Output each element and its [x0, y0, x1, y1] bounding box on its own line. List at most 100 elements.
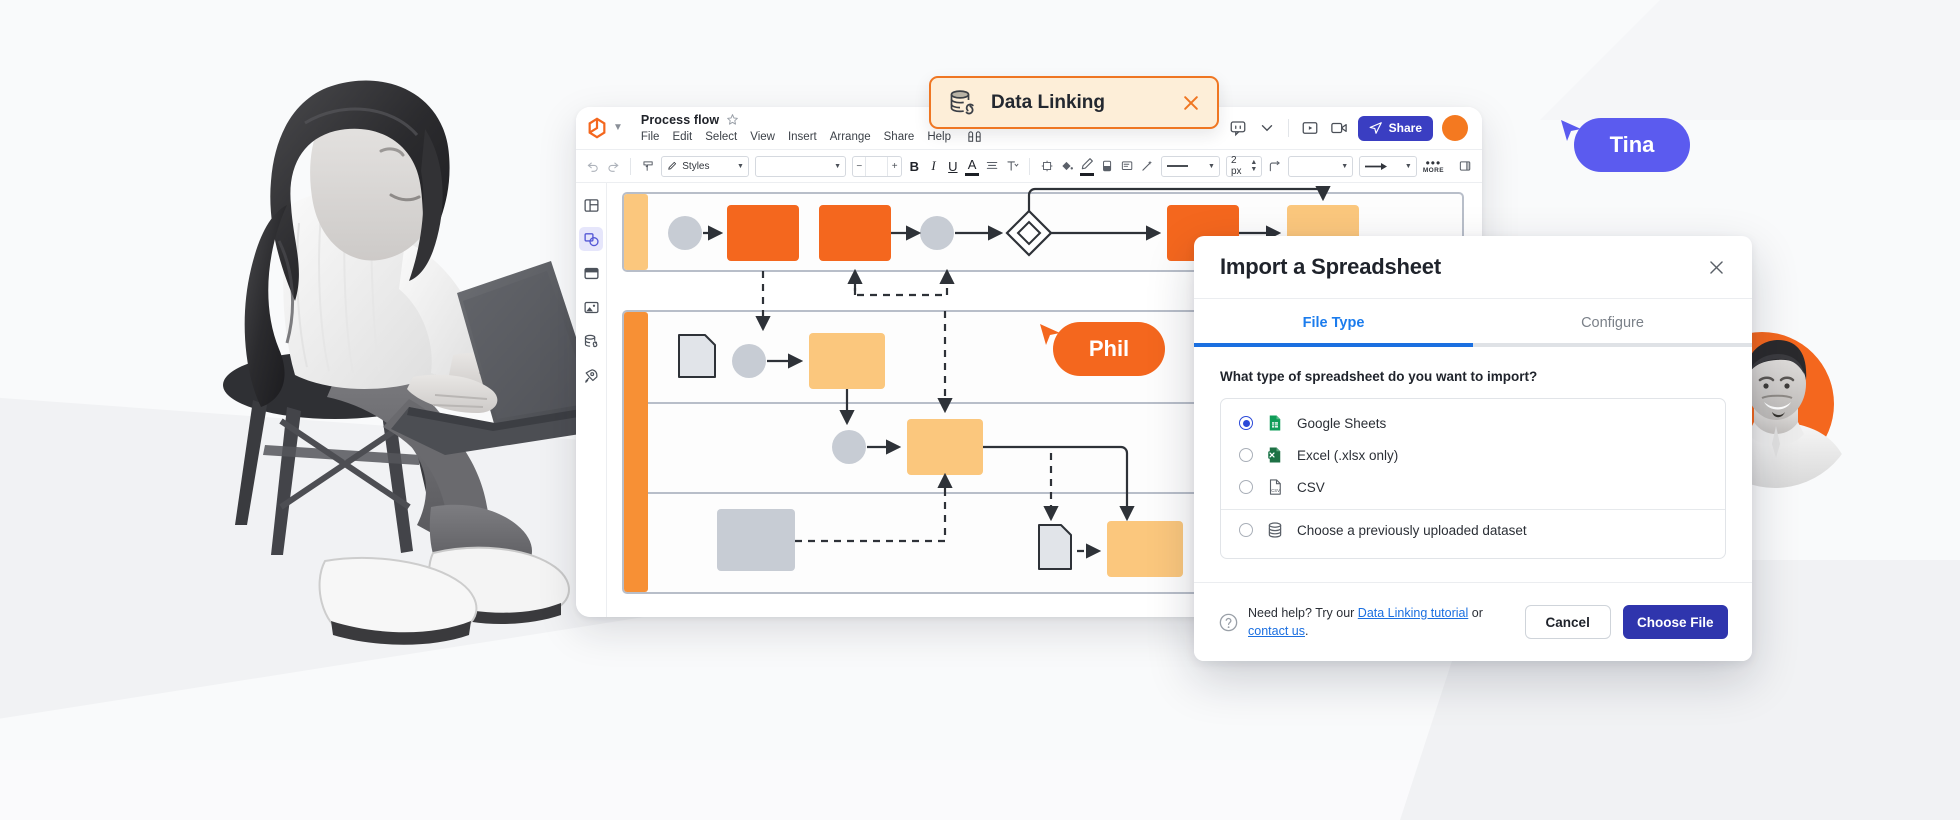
tab-progress-fill — [1194, 343, 1473, 347]
option-uploaded-dataset[interactable]: Choose a previously uploaded dataset — [1221, 509, 1725, 550]
fill-bucket-icon[interactable] — [1060, 158, 1074, 174]
text-options-icon[interactable] — [1005, 158, 1019, 174]
font-size-value[interactable] — [865, 157, 888, 176]
sidebar-item-layers[interactable] — [579, 193, 603, 217]
menu-item-insert[interactable]: Insert — [788, 131, 817, 143]
sidebar-item-image[interactable] — [579, 295, 603, 319]
option-label: Google Sheets — [1297, 416, 1386, 431]
contact-us-link[interactable]: contact us — [1248, 624, 1305, 638]
opacity-icon[interactable] — [1100, 158, 1114, 174]
styles-dropdown[interactable]: Styles ▼ — [661, 156, 749, 177]
radio-excel[interactable] — [1239, 448, 1253, 462]
star-outline-icon[interactable] — [726, 113, 739, 126]
format-painter-icon[interactable] — [641, 158, 655, 174]
help-prefix: Need help? Try our — [1248, 606, 1354, 620]
tab-progress-bar — [1194, 343, 1752, 347]
chevron-down-icon[interactable] — [1257, 119, 1277, 137]
share-button-label: Share — [1389, 121, 1422, 135]
share-button[interactable]: Share — [1358, 116, 1433, 141]
sidebar-item-frame[interactable] — [579, 261, 603, 285]
options-bottom-spacer — [1221, 550, 1725, 558]
underline-button[interactable]: U — [946, 159, 959, 174]
line-style-dropdown[interactable]: ▼ — [1161, 156, 1220, 177]
data-linking-badge: Data Linking — [929, 76, 1219, 129]
more-button[interactable]: ••• MORE — [1423, 159, 1444, 174]
help-text: Need help? Try our Data Linking tutorial… — [1248, 604, 1513, 640]
present-icon[interactable] — [1300, 119, 1320, 137]
menu-item-view[interactable]: View — [750, 131, 775, 143]
video-camera-icon[interactable] — [1329, 119, 1349, 137]
brush-icon — [666, 161, 677, 172]
header-actions: Share — [1228, 115, 1468, 141]
menu-item-select[interactable]: Select — [705, 131, 737, 143]
sidebar-item-shapes[interactable] — [579, 227, 603, 251]
menu-item-file[interactable]: File — [641, 131, 660, 143]
option-csv[interactable]: CSV CSV — [1221, 471, 1725, 503]
elbow-connector-icon[interactable] — [1268, 158, 1282, 174]
excel-icon — [1266, 446, 1284, 464]
toolbar-divider — [630, 158, 631, 175]
pen-icon[interactable] — [1080, 156, 1094, 176]
line-width-stepper[interactable]: 2 px ▲▼ — [1226, 156, 1262, 177]
radio-google-sheets[interactable] — [1239, 416, 1253, 430]
dialog-content: What type of spreadsheet do you want to … — [1194, 347, 1752, 582]
file-type-question: What type of spreadsheet do you want to … — [1220, 369, 1726, 384]
data-linking-tutorial-link[interactable]: Data Linking tutorial — [1358, 606, 1468, 620]
close-icon[interactable] — [1181, 93, 1201, 113]
redo-icon[interactable] — [606, 158, 620, 174]
google-sheets-icon — [1266, 414, 1284, 432]
tab-file-type[interactable]: File Type — [1194, 299, 1473, 347]
choose-file-button[interactable]: Choose File — [1623, 605, 1728, 639]
cancel-button[interactable]: Cancel — [1525, 605, 1611, 639]
menu-item-arrange[interactable]: Arrange — [830, 131, 871, 143]
undo-icon[interactable] — [586, 158, 600, 174]
option-label: Excel (.xlsx only) — [1297, 448, 1398, 463]
tab-configure[interactable]: Configure — [1473, 299, 1752, 347]
stepper-arrows-icon: ▲▼ — [1250, 159, 1257, 173]
font-size-increase[interactable]: + — [888, 157, 900, 176]
import-spreadsheet-dialog: Import a Spreadsheet File Type Configure… — [1194, 236, 1752, 661]
comment-icon[interactable] — [1228, 119, 1248, 137]
data-linking-icon — [583, 333, 600, 350]
option-label: Choose a previously uploaded dataset — [1297, 523, 1527, 538]
italic-button[interactable]: I — [927, 158, 940, 174]
menu-item-share[interactable]: Share — [884, 131, 915, 143]
dialog-header: Import a Spreadsheet — [1194, 236, 1752, 299]
radio-csv[interactable] — [1239, 480, 1253, 494]
text-align-icon[interactable] — [985, 158, 999, 174]
line-style-icon — [1166, 162, 1192, 170]
radio-uploaded-dataset[interactable] — [1239, 523, 1253, 537]
file-type-options: Google Sheets Excel (.xlsx only) — [1220, 398, 1726, 559]
close-icon[interactable] — [1707, 258, 1726, 277]
page-title: Process flow — [641, 113, 719, 127]
arrow-end-dropdown[interactable]: ▼ — [1359, 156, 1417, 177]
brand-block[interactable]: ▼ — [586, 117, 623, 139]
shape-icon[interactable] — [1040, 158, 1054, 174]
option-excel[interactable]: Excel (.xlsx only) — [1221, 439, 1725, 471]
question-circle-icon[interactable] — [1218, 612, 1239, 633]
database-icon — [1266, 521, 1284, 539]
menu-item-help[interactable]: Help — [927, 131, 951, 143]
avatar[interactable] — [1442, 115, 1468, 141]
font-size-decrease[interactable]: − — [853, 157, 865, 176]
menu-item-edit[interactable]: Edit — [672, 131, 692, 143]
right-panel-icon[interactable] — [1458, 158, 1472, 174]
sidebar-item-rocket[interactable] — [579, 363, 603, 387]
bold-button[interactable]: B — [908, 159, 921, 174]
option-google-sheets[interactable]: Google Sheets — [1221, 407, 1725, 439]
magic-wand-icon[interactable] — [1140, 158, 1154, 174]
app-grid-icon[interactable] — [967, 131, 982, 144]
arrow-end-icon — [1364, 162, 1390, 171]
sidebar-item-data-linking[interactable] — [579, 329, 603, 353]
more-dots-icon: ••• — [1426, 159, 1442, 167]
chevron-down-icon: ▼ — [737, 163, 744, 170]
sticky-note-icon[interactable] — [1120, 158, 1134, 174]
dialog-tabs: File Type Configure — [1194, 299, 1752, 347]
font-family-dropdown[interactable]: ▼ — [755, 156, 846, 177]
connector-style-dropdown[interactable]: ▼ — [1288, 156, 1353, 177]
font-size-stepper[interactable]: − + — [852, 156, 902, 177]
image-icon — [583, 299, 600, 316]
text-color-button[interactable]: A — [965, 157, 978, 176]
layers-panel-icon — [583, 197, 600, 214]
help-suffix: . — [1305, 624, 1308, 638]
